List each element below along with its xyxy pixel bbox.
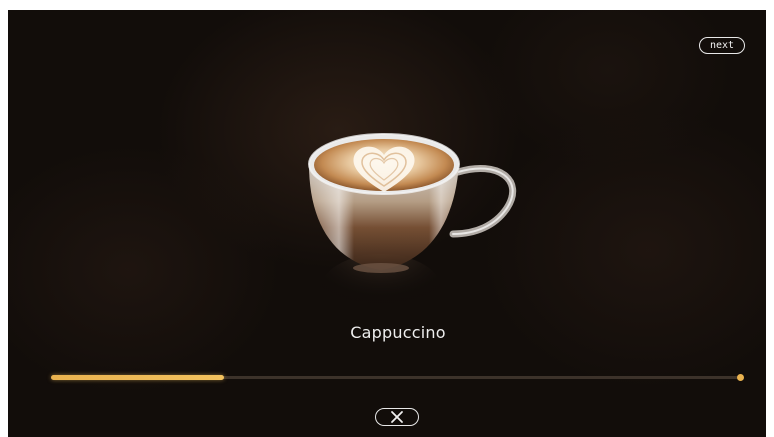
- close-icon: [391, 411, 403, 423]
- cappuccino-cup-icon: [308, 133, 517, 322]
- progress-fill: [51, 375, 224, 380]
- brew-screen: next Cappuccino: [8, 10, 766, 437]
- progress-bar: [51, 374, 744, 381]
- next-button[interactable]: next: [699, 37, 745, 54]
- cancel-button[interactable]: [375, 408, 419, 426]
- product-name: Cappuccino: [350, 323, 446, 342]
- progress-end-marker: [737, 374, 744, 381]
